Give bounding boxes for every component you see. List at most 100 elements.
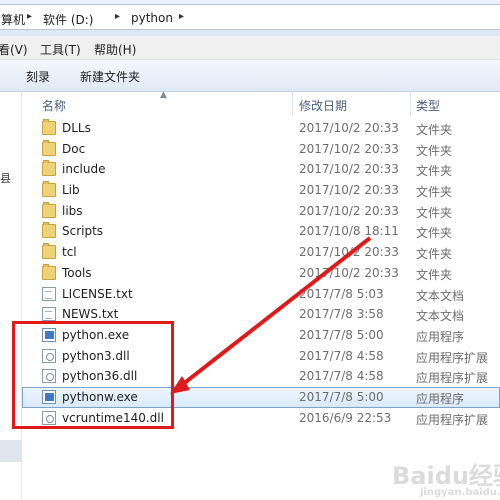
file-row[interactable]: Doc 2017/10/2 20:33 文件夹 <box>22 139 500 160</box>
navigation-pane[interactable]: 县 <box>0 92 22 500</box>
sort-ascending-icon: ▲ <box>160 90 167 100</box>
file-name: include <box>62 162 106 177</box>
file-type: 文件夹 <box>416 164 453 179</box>
file-modified-date: 2017/10/2 20:33 <box>299 245 399 260</box>
file-modified-date: 2017/7/8 5:00 <box>299 327 384 342</box>
file-row[interactable]: tcl 2017/10/2 20:33 文件夹 <box>22 242 500 263</box>
breadcrumb-folder[interactable]: python <box>131 11 173 25</box>
folder-icon <box>42 160 56 177</box>
file-row[interactable]: vcruntime140.dll 2016/6/9 22:53 应用程序扩展 <box>22 408 500 429</box>
burn-button[interactable]: 刻录 <box>26 68 50 85</box>
menu-help[interactable]: 帮助(H) <box>94 41 136 58</box>
folder-icon <box>42 201 56 218</box>
file-modified-date: 2017/7/8 3:58 <box>299 307 384 322</box>
new-folder-button[interactable]: 新建文件夹 <box>80 68 140 85</box>
text-file-icon <box>42 286 56 301</box>
file-name: python.exe <box>62 327 130 342</box>
file-modified-date: 2017/10/2 20:33 <box>299 265 399 280</box>
breadcrumb-separator-icon[interactable]: ▸ <box>179 11 184 22</box>
file-name: Scripts <box>62 224 104 239</box>
file-list: DLLs 2017/10/2 20:33 文件夹 Doc 2017/10/2 20:33… <box>22 118 500 428</box>
nav-item-label[interactable]: 县 <box>0 170 11 186</box>
text-file-icon <box>42 307 56 322</box>
file-type: 文件夹 <box>416 226 453 241</box>
dll-file-icon <box>42 369 56 384</box>
watermark-subtext: jingyan.baidu.com <box>420 487 500 498</box>
file-type: 应用程序 <box>416 329 465 344</box>
file-modified-date: 2017/7/8 4:58 <box>299 369 384 384</box>
watermark-text: Baidu经验 <box>392 462 500 490</box>
file-modified-date: 2016/6/9 22:53 <box>299 410 392 425</box>
file-type: 文件夹 <box>416 267 453 282</box>
column-divider[interactable] <box>410 92 411 116</box>
file-type: 文件夹 <box>416 143 453 158</box>
file-row[interactable]: python3.dll 2017/7/8 4:58 应用程序扩展 <box>22 346 500 367</box>
file-name: python3.dll <box>62 348 130 363</box>
file-row[interactable]: Tools 2017/10/2 20:33 文件夹 <box>22 263 500 284</box>
file-modified-date: 2017/10/2 20:33 <box>299 183 399 198</box>
folder-icon <box>42 222 56 239</box>
address-bar: 算机 ▸ 软件 (D:) ▸ python ▸ <box>0 0 500 36</box>
folder-icon <box>42 243 56 260</box>
dll-file-icon <box>42 348 56 363</box>
file-type: 应用程序扩展 <box>416 371 489 386</box>
nav-selected-item[interactable] <box>0 440 22 462</box>
column-header-type[interactable]: 类型 <box>416 97 440 114</box>
file-row[interactable]: include 2017/10/2 20:33 文件夹 <box>22 159 500 180</box>
file-type: 文件夹 <box>416 123 453 137</box>
command-bar: 刻录 新建文件夹 <box>0 60 500 92</box>
file-modified-date: 2017/10/8 18:11 <box>299 224 399 239</box>
file-type: 文件夹 <box>416 205 453 220</box>
file-modified-date: 2017/10/2 20:33 <box>299 121 399 135</box>
file-row[interactable]: Lib 2017/10/2 20:33 文件夹 <box>22 180 500 201</box>
file-type: 文本文档 <box>416 309 465 324</box>
file-row[interactable]: pythonw.exe 2017/7/8 5:00 应用程序 <box>22 386 500 408</box>
file-row[interactable]: python36.dll 2017/7/8 4:58 应用程序扩展 <box>22 366 500 387</box>
column-header-date[interactable]: 修改日期 <box>299 97 347 114</box>
file-name: Tools <box>62 265 92 280</box>
file-modified-date: 2017/7/8 5:00 <box>299 389 384 404</box>
file-type: 应用程序扩展 <box>416 412 489 427</box>
file-modified-date: 2017/10/2 20:33 <box>299 162 399 177</box>
file-modified-date: 2017/7/8 5:03 <box>299 286 384 301</box>
breadcrumb-separator-icon[interactable]: ▸ <box>115 11 120 22</box>
folder-icon <box>42 181 56 198</box>
breadcrumb-separator-icon[interactable]: ▸ <box>27 11 32 22</box>
address-field[interactable]: 算机 ▸ 软件 (D:) ▸ python ▸ <box>0 4 500 30</box>
file-type: 应用程序扩展 <box>416 350 489 365</box>
column-divider[interactable] <box>292 92 293 116</box>
file-type: 文件夹 <box>416 185 453 200</box>
file-name: tcl <box>62 245 77 260</box>
file-name: DLLs <box>62 121 91 135</box>
menu-view[interactable]: 看(V) <box>0 41 28 58</box>
file-type: 文件夹 <box>416 247 453 262</box>
menu-tools[interactable]: 工具(T) <box>40 41 81 58</box>
file-row[interactable]: DLLs 2017/10/2 20:33 文件夹 <box>22 118 500 139</box>
breadcrumb-computer[interactable]: 算机 <box>1 11 25 28</box>
column-header-name[interactable]: 名称 <box>42 97 66 114</box>
file-modified-date: 2017/10/2 20:33 <box>299 203 399 218</box>
watermark: Baidu经验 jingyan.baidu.com <box>392 456 500 498</box>
file-row[interactable]: libs 2017/10/2 20:33 文件夹 <box>22 201 500 222</box>
folder-icon <box>42 119 56 135</box>
file-name: pythonw.exe <box>62 389 138 404</box>
file-name: Doc <box>62 141 86 156</box>
file-type: 应用程序 <box>416 391 465 406</box>
file-row[interactable]: Scripts 2017/10/8 18:11 文件夹 <box>22 221 500 242</box>
file-name: python36.dll <box>62 369 138 384</box>
file-name: libs <box>62 203 83 218</box>
python-exe-icon <box>42 327 56 342</box>
file-name: LICENSE.txt <box>62 286 133 301</box>
dll-file-icon <box>42 410 56 425</box>
python-exe-icon <box>42 389 56 404</box>
breadcrumb-drive[interactable]: 软件 (D:) <box>43 11 93 28</box>
folder-icon <box>42 139 56 156</box>
file-name: NEWS.txt <box>62 307 119 322</box>
file-modified-date: 2017/7/8 4:58 <box>299 348 384 363</box>
file-modified-date: 2017/10/2 20:33 <box>299 141 399 156</box>
file-name: Lib <box>62 183 80 198</box>
file-name: vcruntime140.dll <box>62 410 164 425</box>
file-row[interactable]: NEWS.txt 2017/7/8 3:58 文本文档 <box>22 304 500 325</box>
file-row[interactable]: python.exe 2017/7/8 5:00 应用程序 <box>22 325 500 346</box>
file-row[interactable]: LICENSE.txt 2017/7/8 5:03 文本文档 <box>22 284 500 305</box>
